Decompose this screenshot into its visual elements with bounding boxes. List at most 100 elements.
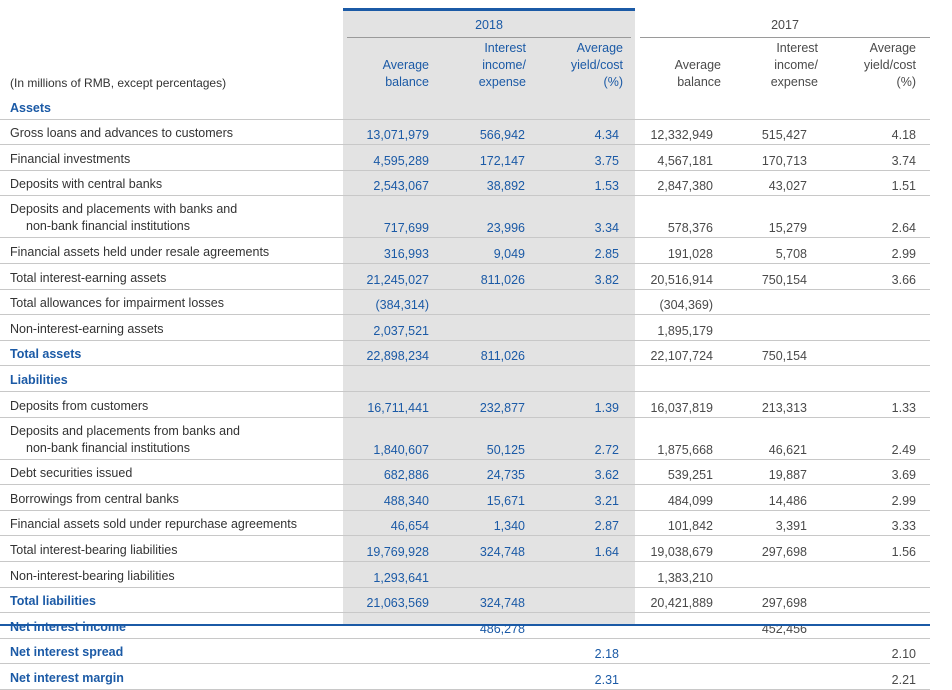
- yield-2018-cell: 3.21: [539, 484, 631, 511]
- table-row: Net interest margin 2.31 2.21: [0, 663, 930, 690]
- row-label: Net interest spread: [0, 638, 343, 665]
- interest-2018-cell: 172,147: [443, 144, 539, 171]
- yield-2018-cell: [539, 561, 631, 588]
- yield-2017-cell: [821, 340, 930, 367]
- avg-balance-2018-cell: 19,769,928: [343, 535, 443, 562]
- row-label-line1: Deposits and placements from banks and: [10, 423, 240, 438]
- avg-balance-2017-cell: 539,251: [631, 459, 727, 486]
- interest-2017-cell: [727, 314, 821, 341]
- row-label: Financial assets held under resale agree…: [0, 237, 343, 264]
- row-label: Borrowings from central banks: [0, 484, 343, 511]
- interest-2017-cell: 750,154: [727, 340, 821, 367]
- yield-2017-cell: 3.33: [821, 510, 930, 537]
- table-row: Total assets 22,898,234 811,026 22,107,724 7…: [0, 340, 930, 367]
- yield-2018-cell: 3.75: [539, 144, 631, 171]
- yield-2018-cell: 3.62: [539, 459, 631, 486]
- table-row: Total allowances for impairment losses (3…: [0, 289, 930, 316]
- yield-2017-cell: 2.99: [821, 237, 930, 264]
- row-label: Financial assets sold under repurchase a…: [0, 510, 343, 537]
- avg-balance-2018-cell: 488,340: [343, 484, 443, 511]
- avg-balance-2017-cell: [631, 663, 727, 690]
- yield-2018-cell: 3.82: [539, 263, 631, 290]
- avg-balance-2018-cell: 13,071,979: [343, 119, 443, 146]
- row-label: Total interest-bearing liabilities: [0, 535, 343, 562]
- yield-2018-cell: 2.85: [539, 237, 631, 264]
- interest-2017-cell: 15,279: [727, 195, 821, 239]
- yield-2017-cell: 3.69: [821, 459, 930, 486]
- yield-2018-cell: 1.53: [539, 170, 631, 197]
- table-bottom-rule: [0, 624, 930, 626]
- interest-2018-cell: 811,026: [443, 263, 539, 290]
- avg-balance-2018-cell: (384,314): [343, 289, 443, 316]
- row-label-line1: Deposits and placements with banks and: [10, 202, 238, 217]
- avg-balance-2018-cell: 46,654: [343, 510, 443, 537]
- interest-2017-cell: 43,027: [727, 170, 821, 197]
- avg-balance-2017-cell: [631, 638, 727, 665]
- avg-balance-2017-cell: 1,895,179: [631, 314, 727, 341]
- interest-2017-cell: 750,154: [727, 263, 821, 290]
- avg-balance-2018-cell: 316,993: [343, 237, 443, 264]
- row-label-line2: non-bank financial institutions: [26, 440, 190, 455]
- interest-2018-cell: [443, 94, 539, 120]
- unit-note: (In millions of RMB, except percentages): [10, 76, 227, 90]
- table-row: Non-interest-bearing liabilities 1,293,64…: [0, 561, 930, 588]
- table-row: Gross loans and advances to customers 13,…: [0, 119, 930, 146]
- row-label: Deposits from customers: [0, 391, 343, 418]
- interest-2018-cell: [443, 638, 539, 665]
- row-label: Total liabilities: [0, 587, 343, 614]
- yield-2018-cell: 3.34: [539, 195, 631, 239]
- header-2018-balance: Average balance: [382, 58, 429, 89]
- table-row: Net interest spread 2.18 2.10: [0, 638, 930, 665]
- row-label: Gross loans and advances to customers: [0, 119, 343, 146]
- yield-2018-cell: 4.34: [539, 119, 631, 146]
- table-row: Deposits with central banks 2,543,067 38,8…: [0, 170, 930, 197]
- table-row: Total interest-bearing liabilities 19,769…: [0, 535, 930, 562]
- row-label: Total interest-earning assets: [0, 263, 343, 290]
- interest-2017-cell: [727, 365, 821, 392]
- avg-balance-2018-cell: 22,898,234: [343, 340, 443, 367]
- table-row: Non-interest-earning assets 2,037,521 1,89…: [0, 314, 930, 341]
- avg-balance-2017-cell: [631, 365, 727, 392]
- avg-balance-2017-cell: 578,376: [631, 195, 727, 239]
- interest-2018-cell: 15,671: [443, 484, 539, 511]
- table-row: Financial assets sold under repurchase a…: [0, 510, 930, 537]
- row-label: Debt securities issued: [0, 459, 343, 486]
- avg-balance-2017-cell: 191,028: [631, 237, 727, 264]
- avg-balance-2018-cell: 2,543,067: [343, 170, 443, 197]
- avg-balance-2018-cell: 1,293,641: [343, 561, 443, 588]
- yield-2017-cell: 1.51: [821, 170, 930, 197]
- section-row: Liabilities: [0, 365, 930, 392]
- yield-2017-cell: 3.66: [821, 263, 930, 290]
- interest-2018-cell: [443, 663, 539, 690]
- year-2018-label: 2018: [475, 18, 503, 32]
- row-label: Financial investments: [0, 144, 343, 171]
- avg-balance-2017-cell: 4,567,181: [631, 144, 727, 171]
- yield-2017-cell: 2.21: [821, 663, 930, 690]
- table-row: Deposits from customers 16,711,441 232,877…: [0, 391, 930, 418]
- yield-2017-cell: [821, 561, 930, 588]
- row-label: Total assets: [0, 340, 343, 367]
- row-label: Deposits with central banks: [0, 170, 343, 197]
- row-label: Non-interest-bearing liabilities: [0, 561, 343, 588]
- interest-2017-cell: 14,486: [727, 484, 821, 511]
- interest-2018-cell: 38,892: [443, 170, 539, 197]
- yield-2018-cell: 2.87: [539, 510, 631, 537]
- yield-2018-cell: [539, 314, 631, 341]
- avg-balance-2018-cell: 21,063,569: [343, 587, 443, 614]
- header-2018-yield: Average yield/cost (%): [570, 41, 623, 89]
- interest-2018-cell: 23,996: [443, 195, 539, 239]
- yield-2017-cell: 4.18: [821, 119, 930, 146]
- interest-2017-cell: [727, 638, 821, 665]
- avg-balance-2017-cell: 20,516,914: [631, 263, 727, 290]
- header-2018-interest: Interest income/expense: [478, 41, 526, 89]
- avg-balance-2017-cell: 22,107,724: [631, 340, 727, 367]
- row-label: Assets: [0, 94, 343, 120]
- interest-2017-cell: 19,887: [727, 459, 821, 486]
- avg-balance-2017-cell: [631, 94, 727, 120]
- row-label: Non-interest-earning assets: [0, 314, 343, 341]
- avg-balance-2018-cell: [343, 638, 443, 665]
- avg-balance-2017-cell: 20,421,889: [631, 587, 727, 614]
- table-row: Deposits and placements with banks and no…: [0, 195, 930, 239]
- interest-2017-cell: [727, 663, 821, 690]
- interest-2017-cell: 297,698: [727, 587, 821, 614]
